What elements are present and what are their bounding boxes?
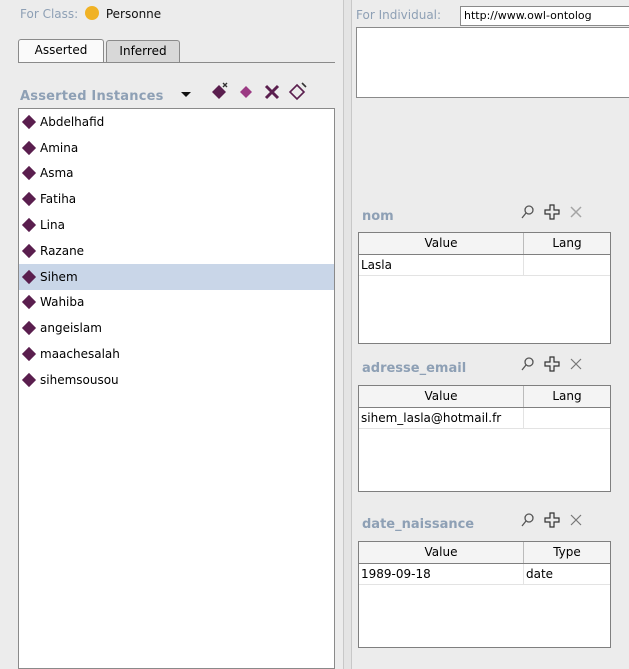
instance-icon [21,218,37,233]
value-cell[interactable]: 1989-09-18 [359,564,524,584]
tab-inferred[interactable]: Inferred [106,40,180,62]
table-header: Value Lang [359,233,610,255]
column-header-lang[interactable]: Lang [524,386,610,407]
remove-value-icon[interactable] [568,356,584,372]
instance-icon [21,295,37,310]
add-value-icon[interactable] [544,204,560,220]
search-icon[interactable] [520,356,536,372]
instance-icon [21,372,37,387]
list-item[interactable]: Asma [19,161,334,187]
table-header: Value Lang [359,386,610,408]
asserted-instances-title: Asserted Instances [20,89,164,104]
instance-icon [21,140,37,155]
property-date-table[interactable]: Value Type 1989-09-18 date [358,541,611,648]
table-row[interactable]: 1989-09-18 date [359,564,610,585]
value-cell[interactable]: sihem_lasla@hotmail.fr [359,408,524,428]
column-header-type[interactable]: Type [524,542,610,563]
property-date-tools [520,512,584,528]
table-row[interactable]: sihem_lasla@hotmail.fr [359,408,610,429]
edit-instance-icon[interactable] [288,81,308,101]
search-icon[interactable] [520,512,536,528]
property-email-label: adresse_email [362,361,467,376]
instance-icon [21,166,37,181]
column-header-value[interactable]: Value [359,233,524,254]
tab-asserted[interactable]: Asserted [18,39,104,63]
instance-icon [21,346,37,362]
column-header-value[interactable]: Value [359,386,524,407]
dropdown-arrow-icon[interactable] [176,84,196,104]
instances-pane: For Class: Personne Asserted Inferred As… [0,0,343,669]
split-pane-divider[interactable] [343,0,352,669]
class-icon [85,6,100,20]
list-item[interactable]: angeislam [19,315,334,341]
property-nom-label: nom [362,209,394,224]
individual-pane: For Individual: http://www.owl-ontolog n… [352,0,629,669]
property-email-table[interactable]: Value Lang sihem_lasla@hotmail.fr [358,385,611,492]
list-item[interactable]: Fatiha [19,186,334,212]
list-item[interactable]: sihemsousou [19,367,334,393]
value-cell[interactable]: Lasla [359,255,524,275]
for-class-header: For Class: Personne [20,6,161,21]
instance-icon [21,321,37,336]
column-header-lang[interactable]: Lang [524,233,610,254]
property-email-tools [520,356,584,372]
list-item[interactable]: Amina [19,135,334,161]
create-instance-icon[interactable] [210,81,230,101]
instance-icon [21,269,37,284]
lang-cell[interactable] [524,408,610,428]
delete-instance-icon[interactable] [262,81,282,101]
column-header-value[interactable]: Value [359,542,524,563]
search-icon[interactable] [520,204,536,220]
add-value-icon[interactable] [544,512,560,528]
for-class-value: Personne [105,7,162,21]
for-class-label: For Class: [20,7,79,21]
property-date-label: date_naissance [362,517,475,532]
add-value-icon[interactable] [544,356,560,372]
individual-uri-field[interactable]: http://www.owl-ontolog [460,6,629,26]
type-cell[interactable]: date [524,564,610,584]
remove-value-icon[interactable] [568,512,584,528]
table-header: Value Type [359,542,610,564]
list-item[interactable]: maachesalah [19,341,334,367]
add-instance-icon[interactable] [236,81,256,101]
tab-divider [18,62,335,63]
property-nom-tools [520,204,584,220]
instance-icon [21,192,37,207]
instances-list[interactable]: Abdelhafid Amina Asma Fatiha Lina Razane… [18,108,335,669]
list-item-selected[interactable]: Sihem [19,263,334,290]
property-nom-table[interactable]: Value Lang Lasla [358,232,611,344]
table-row[interactable]: Lasla [359,255,610,276]
comment-field[interactable] [356,27,629,98]
list-item[interactable]: Wahiba [19,290,334,316]
for-individual-label: For Individual: [356,8,442,22]
list-item[interactable]: Abdelhafid [19,109,334,135]
list-item[interactable]: Razane [19,238,334,264]
list-item[interactable]: Lina [19,212,334,238]
instance-icon [21,243,37,258]
instance-icon [21,114,37,129]
remove-value-icon[interactable] [568,204,584,220]
lang-cell[interactable] [524,255,610,275]
